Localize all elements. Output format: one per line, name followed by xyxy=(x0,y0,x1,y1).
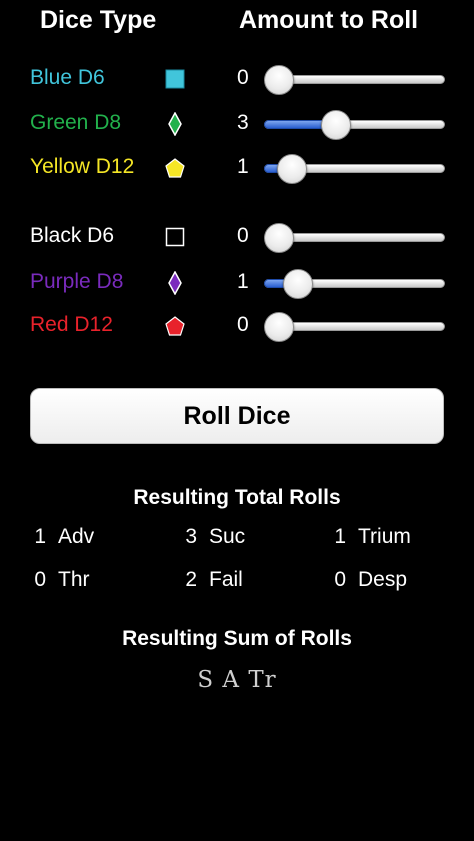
amount-slider[interactable] xyxy=(264,223,445,253)
stat-success: 3 Suc xyxy=(171,525,245,549)
amount-to-roll-header: Amount to Roll xyxy=(239,6,419,34)
blue-square-icon xyxy=(165,69,185,89)
amount-slider[interactable] xyxy=(264,312,445,342)
totals-title: Resulting Total Rolls xyxy=(133,486,341,509)
stat-count: 0 xyxy=(34,568,46,591)
stat-label: Desp xyxy=(358,568,408,591)
stat-count: 3 xyxy=(185,525,197,548)
dice-row-red-d12: Red D12 0 xyxy=(0,306,474,346)
dice-count: 0 xyxy=(237,66,249,89)
dice-row-green-d8: Green D8 3 xyxy=(0,104,474,144)
dice-label: Purple D8 xyxy=(30,270,124,293)
stat-label: Thr xyxy=(58,568,90,591)
dice-count: 1 xyxy=(237,270,249,293)
amount-slider[interactable] xyxy=(264,154,445,184)
purple-diamond-icon xyxy=(168,271,182,295)
roll-dice-button[interactable]: Roll Dice xyxy=(30,388,444,444)
yellow-pentagon-icon xyxy=(165,158,185,178)
dice-count: 0 xyxy=(237,313,249,336)
stat-label: Suc xyxy=(209,525,246,548)
amount-slider[interactable] xyxy=(264,269,445,299)
dice-row-yellow-d12: Yellow D12 1 xyxy=(0,148,474,188)
stat-label: Fail xyxy=(209,568,243,591)
slider-thumb[interactable] xyxy=(282,269,313,299)
stat-despair: 0 Desp xyxy=(320,568,407,592)
dice-label: Yellow D12 xyxy=(30,155,135,178)
dice-label: Black D6 xyxy=(30,224,115,247)
amount-slider[interactable] xyxy=(264,65,445,95)
dice-count: 3 xyxy=(237,111,249,134)
dice-row-blue-d6: Blue D6 0 xyxy=(0,59,474,99)
sum-title: Resulting Sum of Rolls xyxy=(122,627,352,650)
dice-count: 0 xyxy=(237,224,249,247)
dice-label: Green D8 xyxy=(30,111,122,134)
stat-triumph: 1 Trium xyxy=(320,525,411,549)
sum-symbols: S A Tr xyxy=(197,667,277,693)
stat-failure: 2 Fail xyxy=(171,568,243,592)
slider-thumb[interactable] xyxy=(276,154,307,184)
stat-count: 1 xyxy=(334,525,346,548)
dice-label: Red D12 xyxy=(30,313,113,336)
amount-slider[interactable] xyxy=(264,110,445,140)
dice-count: 1 xyxy=(237,155,249,178)
red-pentagon-icon xyxy=(165,316,185,336)
dice-row-purple-d8: Purple D8 1 xyxy=(0,263,474,303)
green-diamond-icon xyxy=(168,112,182,136)
slider-thumb[interactable] xyxy=(264,65,294,95)
stat-label: Adv xyxy=(58,525,95,548)
dice-label: Blue D6 xyxy=(30,66,105,89)
stat-advantage: 1 Adv xyxy=(20,525,94,549)
dice-row-black-d6: Black D6 0 xyxy=(0,217,474,257)
slider-thumb[interactable] xyxy=(264,223,294,253)
stat-threat: 0 Thr xyxy=(20,568,90,592)
stat-label: Trium xyxy=(358,525,411,548)
slider-thumb[interactable] xyxy=(320,110,351,140)
black-square-icon xyxy=(165,227,185,247)
stat-count: 0 xyxy=(334,568,346,591)
dice-type-header: Dice Type xyxy=(40,6,157,34)
stat-count: 2 xyxy=(185,568,197,591)
stat-count: 1 xyxy=(34,525,46,548)
slider-thumb[interactable] xyxy=(264,312,294,342)
